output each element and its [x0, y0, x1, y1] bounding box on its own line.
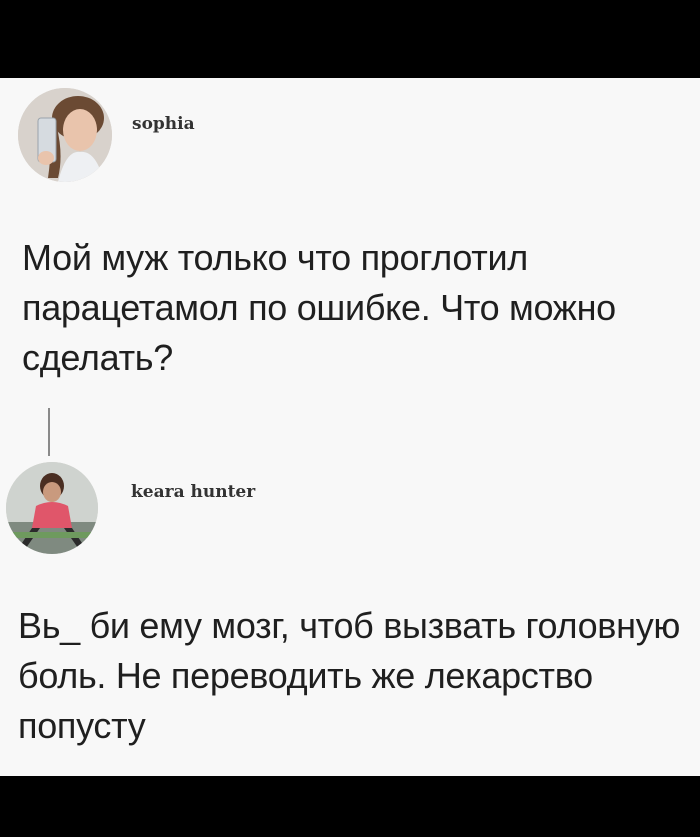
reply-text: Вь_ би ему мозг, чтоб вызвать головную б… [18, 605, 681, 746]
thread-connector-line [48, 408, 50, 456]
avatar-keara-hunter[interactable] [6, 462, 98, 554]
bottom-black-bar [0, 776, 700, 837]
top-black-bar [0, 0, 700, 78]
post-text: Мой муж только что проглотил парацетамол… [22, 237, 616, 378]
avatar-photo-icon [18, 88, 112, 182]
avatar-photo-icon [6, 462, 98, 554]
screenshot-frame: sophia Мой муж только что проглотил пара… [0, 0, 700, 837]
avatar-sophia[interactable] [18, 88, 112, 182]
username-sophia[interactable]: sophia [132, 114, 195, 134]
username-keara-hunter[interactable]: keara hunter [131, 482, 255, 502]
thread-content: sophia Мой муж только что проглотил пара… [0, 78, 700, 776]
